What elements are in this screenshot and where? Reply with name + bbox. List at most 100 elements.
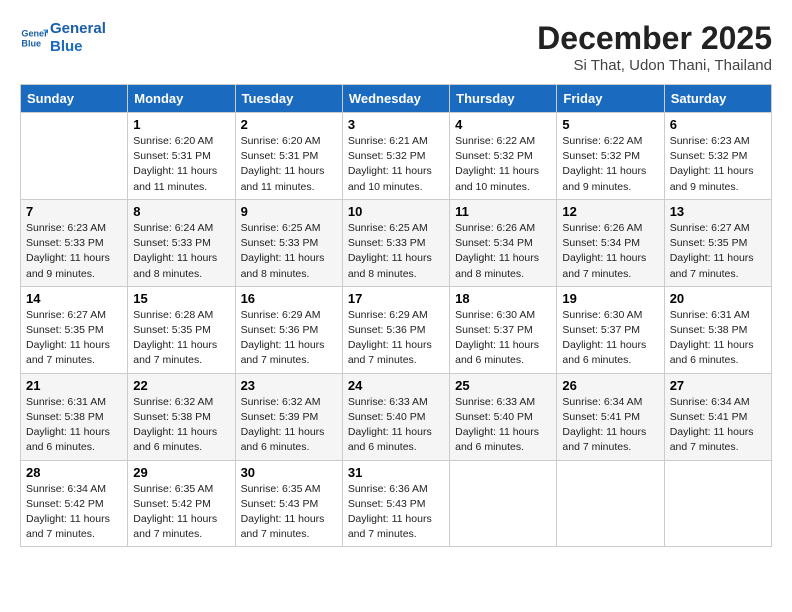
calendar-cell: 30Sunrise: 6:35 AM Sunset: 5:43 PM Dayli…	[235, 460, 342, 547]
day-number: 17	[348, 291, 444, 306]
day-number: 16	[241, 291, 337, 306]
calendar-week-3: 14 Sunrise: 6:27 AM Sunset: 5:35 PM Dayli…	[21, 286, 772, 373]
day-header-thursday: Thursday	[450, 85, 557, 113]
day-info: Sunrise: 6:32 AM Sunset: 5:39 PM Dayligh…	[241, 395, 337, 456]
day-info: Sunrise: 6:34 AM Sunset: 5:41 PM Dayligh…	[670, 395, 766, 456]
day-info: Sunrise: 6:23 AM Sunset: 5:33 PM Dayligh…	[26, 221, 122, 282]
day-info: Sunrise: 6:26 AM Sunset: 5:34 PM Dayligh…	[455, 221, 551, 282]
day-number: 19	[562, 291, 658, 306]
day-number: 23	[241, 378, 337, 393]
day-number: 25	[455, 378, 551, 393]
calendar-header-row: SundayMondayTuesdayWednesdayThursdayFrid…	[21, 85, 772, 113]
top-row: General Blue General Blue December 2025 …	[20, 20, 772, 76]
calendar-cell	[21, 113, 128, 200]
day-info: Sunrise: 6:23 AM Sunset: 5:32 PM Dayligh…	[670, 134, 766, 195]
day-number: 2	[241, 117, 337, 132]
day-header-friday: Friday	[557, 85, 664, 113]
month-title: December 2025	[537, 20, 772, 57]
day-header-sunday: Sunday	[21, 85, 128, 113]
day-info: Sunrise: 6:31 AM Sunset: 5:38 PM Dayligh…	[670, 308, 766, 369]
day-header-monday: Monday	[128, 85, 235, 113]
day-info: Sunrise: 6:20 AM Sunset: 5:31 PM Dayligh…	[133, 134, 229, 195]
day-number: 13	[670, 204, 766, 219]
calendar-cell: 29Sunrise: 6:35 AM Sunset: 5:42 PM Dayli…	[128, 460, 235, 547]
calendar-cell: 28 Sunrise: 6:34 AM Sunset: 5:42 PM Dayli…	[21, 460, 128, 547]
day-number: 10	[348, 204, 444, 219]
day-header-saturday: Saturday	[664, 85, 771, 113]
day-info: Sunrise: 6:29 AM Sunset: 5:36 PM Dayligh…	[241, 308, 337, 369]
calendar-week-5: 28 Sunrise: 6:34 AM Sunset: 5:42 PM Dayli…	[21, 460, 772, 547]
calendar-cell	[450, 460, 557, 547]
calendar-cell: 12 Sunrise: 6:26 AM Sunset: 5:34 PM Dayli…	[557, 199, 664, 286]
calendar-cell: 11 Sunrise: 6:26 AM Sunset: 5:34 PM Dayli…	[450, 199, 557, 286]
day-info: Sunrise: 6:29 AM Sunset: 5:36 PM Dayligh…	[348, 308, 444, 369]
day-info: Sunrise: 6:25 AM Sunset: 5:33 PM Dayligh…	[241, 221, 337, 282]
calendar-cell: 5 Sunrise: 6:22 AM Sunset: 5:32 PM Daylig…	[557, 113, 664, 200]
day-number: 20	[670, 291, 766, 306]
day-number: 27	[670, 378, 766, 393]
day-number: 9	[241, 204, 337, 219]
day-number: 12	[562, 204, 658, 219]
day-info: Sunrise: 6:25 AM Sunset: 5:33 PM Dayligh…	[348, 221, 444, 282]
calendar-table: SundayMondayTuesdayWednesdayThursdayFrid…	[20, 84, 772, 547]
calendar-cell: 17 Sunrise: 6:29 AM Sunset: 5:36 PM Dayli…	[342, 286, 449, 373]
day-info: Sunrise: 6:24 AM Sunset: 5:33 PM Dayligh…	[133, 221, 229, 282]
day-info: Sunrise: 6:22 AM Sunset: 5:32 PM Dayligh…	[562, 134, 658, 195]
calendar-cell	[557, 460, 664, 547]
calendar-cell: 22 Sunrise: 6:32 AM Sunset: 5:38 PM Dayli…	[128, 373, 235, 460]
day-info: Sunrise: 6:27 AM Sunset: 5:35 PM Dayligh…	[670, 221, 766, 282]
calendar-cell: 7Sunrise: 6:23 AM Sunset: 5:33 PM Daylig…	[21, 199, 128, 286]
day-number: 15	[133, 291, 229, 306]
day-number: 8	[133, 204, 229, 219]
logo-blue: Blue	[50, 38, 106, 56]
day-info: Sunrise: 6:26 AM Sunset: 5:34 PM Dayligh…	[562, 221, 658, 282]
day-number: 22	[133, 378, 229, 393]
day-number: 5	[562, 117, 658, 132]
calendar-cell: 9 Sunrise: 6:25 AM Sunset: 5:33 PM Daylig…	[235, 199, 342, 286]
day-info: Sunrise: 6:33 AM Sunset: 5:40 PM Dayligh…	[348, 395, 444, 456]
day-number: 1	[133, 117, 229, 132]
calendar-cell	[664, 460, 771, 547]
calendar-cell: 25 Sunrise: 6:33 AM Sunset: 5:40 PM Dayli…	[450, 373, 557, 460]
logo-general: General	[50, 20, 106, 38]
calendar-cell: 4 Sunrise: 6:22 AM Sunset: 5:32 PM Daylig…	[450, 113, 557, 200]
day-number: 28	[26, 465, 122, 480]
calendar-cell: 1 Sunrise: 6:20 AM Sunset: 5:31 PM Daylig…	[128, 113, 235, 200]
calendar-cell: 31Sunrise: 6:36 AM Sunset: 5:43 PM Dayli…	[342, 460, 449, 547]
day-number: 21	[26, 378, 122, 393]
calendar-cell: 10 Sunrise: 6:25 AM Sunset: 5:33 PM Dayli…	[342, 199, 449, 286]
general-blue-logo-icon: General Blue	[20, 24, 48, 52]
day-number: 11	[455, 204, 551, 219]
day-info: Sunrise: 6:30 AM Sunset: 5:37 PM Dayligh…	[562, 308, 658, 369]
day-info: Sunrise: 6:35 AM Sunset: 5:43 PM Dayligh…	[241, 482, 337, 543]
day-info: Sunrise: 6:32 AM Sunset: 5:38 PM Dayligh…	[133, 395, 229, 456]
day-info: Sunrise: 6:36 AM Sunset: 5:43 PM Dayligh…	[348, 482, 444, 543]
day-info: Sunrise: 6:20 AM Sunset: 5:31 PM Dayligh…	[241, 134, 337, 195]
day-info: Sunrise: 6:31 AM Sunset: 5:38 PM Dayligh…	[26, 395, 122, 456]
calendar-week-4: 21 Sunrise: 6:31 AM Sunset: 5:38 PM Dayli…	[21, 373, 772, 460]
day-header-tuesday: Tuesday	[235, 85, 342, 113]
calendar-cell: 24Sunrise: 6:33 AM Sunset: 5:40 PM Dayli…	[342, 373, 449, 460]
day-info: Sunrise: 6:22 AM Sunset: 5:32 PM Dayligh…	[455, 134, 551, 195]
calendar-cell: 3Sunrise: 6:21 AM Sunset: 5:32 PM Daylig…	[342, 113, 449, 200]
day-info: Sunrise: 6:33 AM Sunset: 5:40 PM Dayligh…	[455, 395, 551, 456]
calendar-body: 1 Sunrise: 6:20 AM Sunset: 5:31 PM Daylig…	[21, 113, 772, 547]
calendar-cell: 19 Sunrise: 6:30 AM Sunset: 5:37 PM Dayli…	[557, 286, 664, 373]
day-info: Sunrise: 6:34 AM Sunset: 5:42 PM Dayligh…	[26, 482, 122, 543]
day-info: Sunrise: 6:28 AM Sunset: 5:35 PM Dayligh…	[133, 308, 229, 369]
day-number: 4	[455, 117, 551, 132]
day-info: Sunrise: 6:30 AM Sunset: 5:37 PM Dayligh…	[455, 308, 551, 369]
calendar-cell: 18 Sunrise: 6:30 AM Sunset: 5:37 PM Dayli…	[450, 286, 557, 373]
calendar-week-2: 7Sunrise: 6:23 AM Sunset: 5:33 PM Daylig…	[21, 199, 772, 286]
calendar-cell: 23 Sunrise: 6:32 AM Sunset: 5:39 PM Dayli…	[235, 373, 342, 460]
calendar-cell: 13 Sunrise: 6:27 AM Sunset: 5:35 PM Dayli…	[664, 199, 771, 286]
day-info: Sunrise: 6:27 AM Sunset: 5:35 PM Dayligh…	[26, 308, 122, 369]
day-number: 14	[26, 291, 122, 306]
day-number: 18	[455, 291, 551, 306]
day-header-wednesday: Wednesday	[342, 85, 449, 113]
day-number: 29	[133, 465, 229, 480]
calendar-cell: 26Sunrise: 6:34 AM Sunset: 5:41 PM Dayli…	[557, 373, 664, 460]
calendar-cell: 8 Sunrise: 6:24 AM Sunset: 5:33 PM Daylig…	[128, 199, 235, 286]
location-title: Si That, Udon Thani, Thailand	[537, 57, 772, 74]
calendar-cell: 16 Sunrise: 6:29 AM Sunset: 5:36 PM Dayli…	[235, 286, 342, 373]
